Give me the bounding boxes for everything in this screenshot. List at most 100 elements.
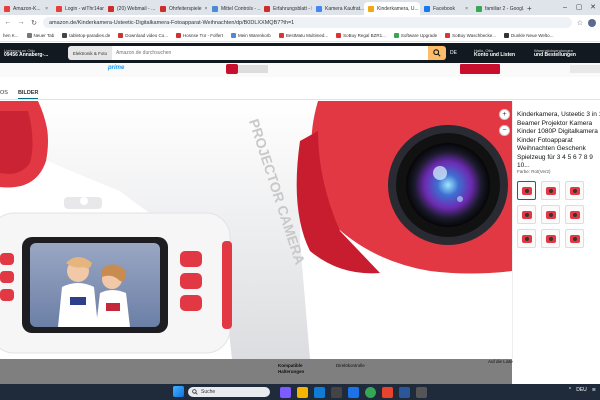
bookmark-favicon-icon (118, 33, 124, 38)
settings-gear-icon[interactable] (416, 387, 427, 398)
zoom-in-button[interactable]: + (499, 109, 510, 120)
wifi-icon[interactable]: ≋ (592, 387, 596, 393)
bookmark-favicon-icon (278, 33, 284, 38)
browser-tab[interactable]: Amazon-K... × (0, 2, 52, 15)
camera-thumbnail-icon (570, 235, 580, 243)
tab-label: Kinderkamera, U... (377, 5, 419, 12)
prime-logo[interactable]: prime (108, 65, 124, 71)
product-thumbnail[interactable] (541, 181, 560, 200)
search-button[interactable] (428, 46, 446, 60)
product-thumbnail[interactable] (541, 205, 560, 224)
tab-close-icon[interactable]: × (205, 6, 208, 12)
bookmark-label: Download video Co... (125, 33, 169, 38)
search-input[interactable] (112, 46, 428, 60)
widgets-icon[interactable] (280, 387, 291, 398)
edge-icon[interactable] (314, 387, 325, 398)
bookmark-favicon-icon (26, 33, 32, 38)
tab-label: Amazon-K... (13, 5, 41, 12)
taskbar-search[interactable]: Suche (188, 387, 270, 397)
tab-label: (20) Webmail - ... (117, 5, 156, 12)
tab-label: Mittel Controls - ... (221, 5, 260, 12)
store-icon[interactable] (331, 387, 342, 398)
browser-tab[interactable]: Facebook × (420, 2, 472, 15)
back-icon[interactable]: ← (4, 19, 12, 26)
account-line2: Konto und Listen (474, 52, 516, 58)
zoom-out-button[interactable]: − (499, 125, 510, 136)
camera-thumbnail-icon (546, 235, 556, 243)
bookmark-item[interactable]: Download video Co... (118, 33, 168, 38)
bookmark-label: tabletop-paradies.de (69, 33, 111, 38)
product-thumbnail[interactable] (517, 229, 536, 248)
app-icon[interactable] (382, 387, 393, 398)
close-icon[interactable]: ✕ (586, 0, 600, 15)
zoom-out-icon: − (502, 127, 507, 134)
mail-icon[interactable] (348, 387, 359, 398)
language-indicator[interactable]: DEU (576, 387, 587, 393)
maximize-icon[interactable]: ▢ (572, 0, 586, 15)
chrome-icon[interactable] (365, 387, 376, 398)
tab-close-icon[interactable]: × (465, 6, 468, 12)
bookmark-favicon-icon (504, 33, 509, 38)
product-thumbnail[interactable] (517, 205, 536, 224)
browser-tab[interactable]: Mittel Controls - ... × (208, 2, 260, 15)
bookmark-item[interactable]: Software Upgrade (393, 33, 437, 38)
new-tab-button[interactable]: + (524, 2, 535, 15)
browser-tab[interactable]: familiar 2 - Googl...× (472, 2, 524, 15)
product-thumbnail[interactable] (565, 181, 584, 200)
search-category-select[interactable]: Elektronik & Foto (68, 46, 112, 60)
browser-tab[interactable]: (20) Webmail - ...× (104, 2, 156, 15)
bookmark-star-icon[interactable]: ☆ (577, 19, 583, 27)
bookmark-favicon-icon (445, 33, 451, 38)
file-explorer-icon[interactable] (297, 387, 308, 398)
camera-thumbnail-icon (522, 211, 532, 219)
zoom-in-icon: + (502, 111, 507, 118)
browser-tab[interactable]: Ohrfeiterspiele × (156, 2, 208, 15)
camera-thumbnail-icon (570, 187, 580, 195)
browser-tab[interactable]: Login - wiThr14an× (52, 2, 104, 15)
windows-start-icon[interactable] (173, 386, 184, 397)
browser-tab[interactable]: Kinderkamera, U...× (364, 2, 420, 15)
deliver-to[interactable]: Lieferung an Otto 09456 Annaberg-... (4, 48, 64, 58)
amazon-search: Elektronik & Foto (68, 46, 446, 60)
reload-icon[interactable]: ↻ (30, 19, 38, 27)
forward-icon[interactable]: → (17, 19, 25, 26)
bookmark-favicon-icon (393, 33, 399, 38)
bookmark-item[interactable]: Neuer Tab (26, 33, 54, 38)
word-icon[interactable] (399, 387, 410, 398)
browser-tab[interactable]: Kamera Kaufrat...× (312, 2, 364, 15)
product-thumbnail[interactable] (541, 229, 560, 248)
dim-overlay (0, 359, 512, 384)
search-icon (433, 49, 441, 57)
product-thumbnail[interactable] (565, 205, 584, 224)
minimize-icon[interactable]: – (558, 0, 572, 15)
url-field[interactable]: amazon.de/Kinderkamera-Usteetic-Digitalk… (43, 17, 572, 28)
chevron-up-icon[interactable]: ^ (569, 387, 571, 393)
tab-close-icon[interactable]: × (45, 6, 48, 12)
tab-videos[interactable]: OS (0, 86, 8, 99)
bookmark-item[interactable]: Hosnse Tür - Folfert (176, 33, 223, 38)
bookmark-item[interactable]: hen K... (3, 33, 19, 38)
profile-avatar[interactable] (588, 18, 596, 27)
product-thumbnail[interactable] (517, 181, 536, 200)
bookmark-item[interactable]: SoBuy Waschbecke... (445, 33, 496, 38)
bookmark-item[interactable]: SoBuy Regal BZR1... (336, 33, 386, 38)
bookmark-item[interactable]: BestMatu Multimed... (278, 33, 328, 38)
language-select[interactable]: DE (450, 50, 470, 56)
bookmark-favicon-icon (230, 33, 236, 38)
orders-line2: und Bestellungen (534, 52, 576, 58)
thumbnail-grid (517, 181, 600, 248)
browser-tab[interactable]: Erfahrungsblatt - R...× (260, 2, 312, 15)
product-thumbnail[interactable] (565, 229, 584, 248)
account-menu[interactable]: Hallo, Otto Konto und Listen (474, 48, 530, 58)
tab-images[interactable]: BILDER (17, 86, 39, 99)
camera-thumbnail-icon (546, 211, 556, 219)
bookmark-item[interactable]: Mein Warenkorb (230, 33, 271, 38)
sub-navigation: prime (0, 63, 600, 77)
product-image[interactable]: PROJECTOR CAMERA (0, 101, 512, 359)
tab-label: Ohrfeiterspiele (169, 5, 202, 12)
orders-link[interactable]: Warenrücksendungen und Bestellungen (534, 48, 590, 58)
add-to-list-link[interactable]: Auf die Liste (488, 359, 513, 364)
bookmark-item[interactable]: tabletop-paradies.de (62, 33, 110, 38)
screen: Amazon-K...×Login - wiThr14an×(20) Webma… (0, 0, 600, 400)
bookmark-item[interactable]: Dunkle Neue Welto... (504, 33, 553, 38)
